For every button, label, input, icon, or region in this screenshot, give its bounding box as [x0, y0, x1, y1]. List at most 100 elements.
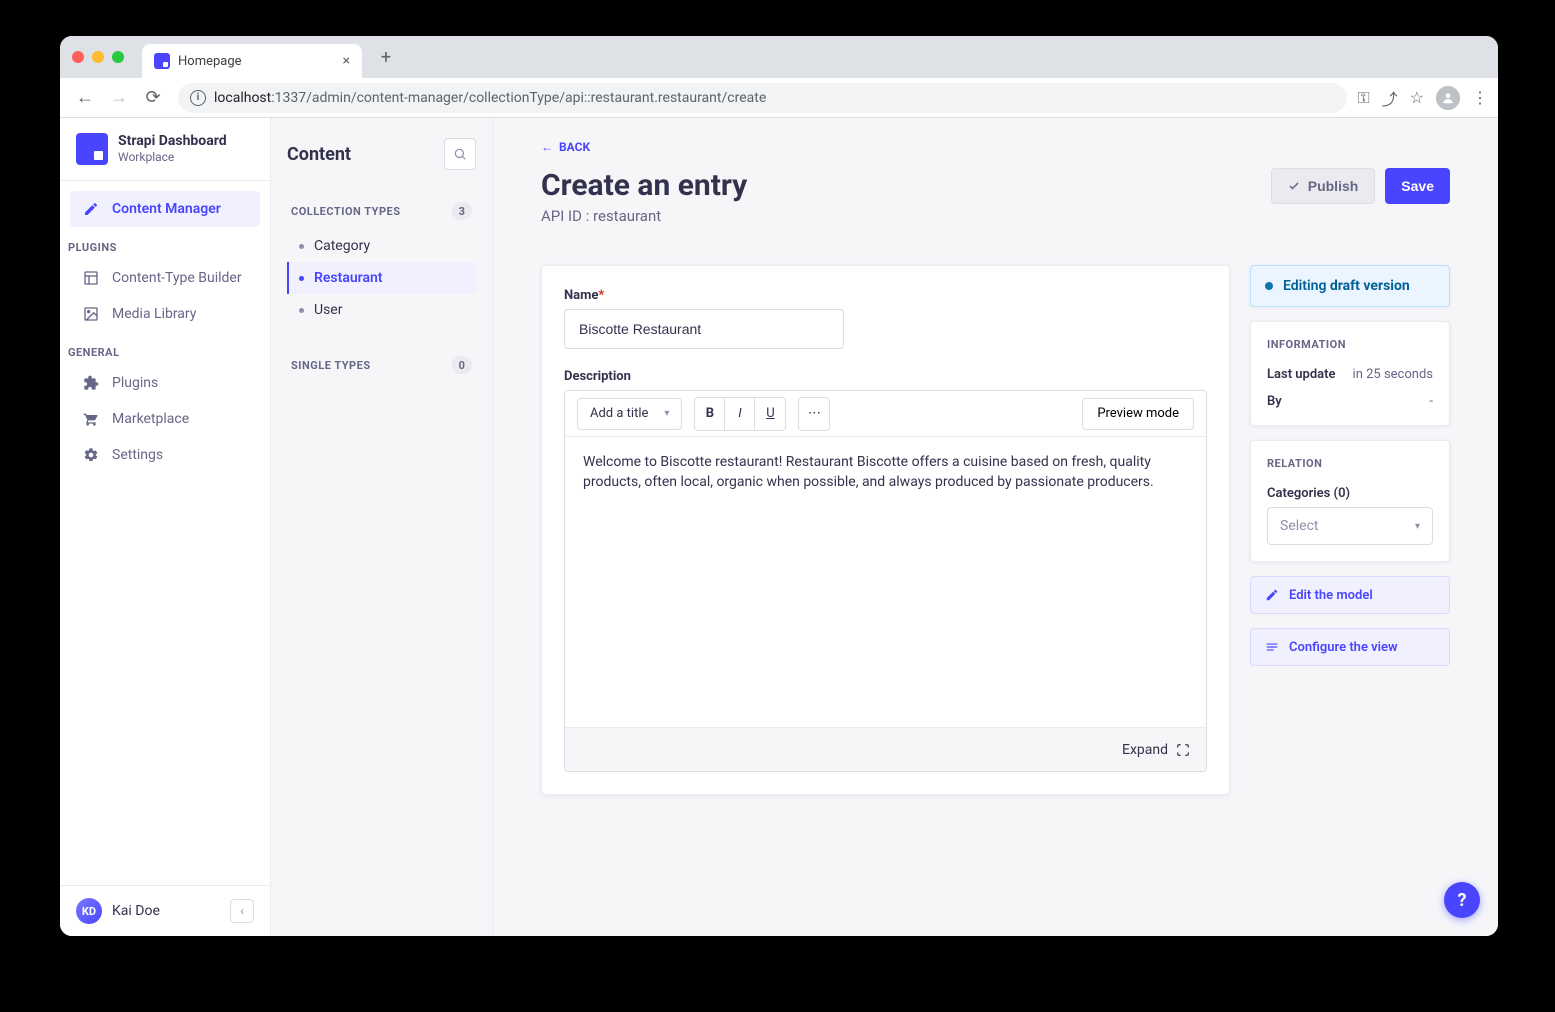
- profile-avatar[interactable]: [1436, 86, 1460, 110]
- arrow-left-icon: ←: [541, 140, 553, 154]
- nav-media-library[interactable]: Media Library: [70, 296, 260, 332]
- browser-toolbar: ← → ⟳ i localhost:1337/admin/content-man…: [60, 78, 1498, 118]
- bullet-icon: [299, 244, 304, 249]
- by-value: -: [1429, 394, 1433, 409]
- categories-select[interactable]: Select ▾: [1267, 507, 1433, 545]
- bookmark-icon[interactable]: ☆: [1410, 88, 1424, 107]
- configure-view-button[interactable]: Configure the view: [1250, 628, 1450, 666]
- url-path: :1337/admin/content-manager/collectionTy…: [271, 90, 766, 106]
- side-panel: Editing draft version INFORMATION Last u…: [1250, 265, 1450, 666]
- nav-label: Content-Type Builder: [112, 270, 242, 286]
- minimize-window-button[interactable]: [92, 51, 104, 63]
- richtext-toolbar: Add a title ▾ B I U ⋯: [565, 391, 1206, 437]
- name-input[interactable]: [564, 309, 844, 349]
- chevron-down-icon: ▾: [664, 408, 669, 419]
- pencil-icon: [82, 200, 100, 218]
- nav-label: Marketplace: [112, 411, 189, 427]
- status-dot-icon: [1265, 282, 1273, 290]
- gear-icon: [82, 446, 100, 464]
- nav-label: Media Library: [112, 306, 196, 322]
- heading-dropdown[interactable]: Add a title ▾: [577, 398, 682, 430]
- single-types-heading: SINGLE TYPES 0: [287, 350, 476, 380]
- main-content: ← BACK Create an entry API ID : restaura…: [493, 118, 1498, 936]
- user-name: Kai Doe: [112, 903, 160, 919]
- save-button[interactable]: Save: [1385, 168, 1450, 204]
- nav-heading-general: GENERAL: [60, 336, 270, 365]
- last-update-value: in 25 seconds: [1353, 367, 1433, 382]
- back-link[interactable]: ← BACK: [541, 140, 1450, 154]
- close-window-button[interactable]: [72, 51, 84, 63]
- nav-settings[interactable]: Settings: [70, 437, 260, 473]
- bold-button[interactable]: B: [695, 398, 725, 430]
- brand-logo-icon: [76, 133, 108, 165]
- user-avatar[interactable]: KD: [76, 898, 102, 924]
- bullet-icon: [299, 308, 304, 313]
- publish-button[interactable]: Publish: [1271, 168, 1376, 204]
- draft-status-card: Editing draft version: [1250, 265, 1450, 307]
- maximize-window-button[interactable]: [112, 51, 124, 63]
- reload-button[interactable]: ⟳: [138, 83, 168, 113]
- richtext-body[interactable]: Welcome to Biscotte restaurant! Restaura…: [565, 437, 1206, 727]
- page-title: Create an entry: [541, 168, 747, 203]
- nav-content-type-builder[interactable]: Content-Type Builder: [70, 260, 260, 296]
- sidebar-footer: KD Kai Doe ‹: [60, 885, 270, 936]
- browser-window: Homepage × + ← → ⟳ i localhost:1337/admi…: [60, 36, 1498, 936]
- window-controls: [72, 51, 124, 63]
- help-button[interactable]: ?: [1444, 882, 1480, 918]
- puzzle-icon: [82, 374, 100, 392]
- relation-heading: RELATION: [1267, 457, 1433, 470]
- preview-mode-button[interactable]: Preview mode: [1082, 398, 1194, 430]
- back-button[interactable]: ←: [70, 83, 100, 113]
- favicon-icon: [154, 53, 170, 69]
- tab-title: Homepage: [178, 54, 242, 69]
- layout-icon: [82, 269, 100, 287]
- nav-marketplace[interactable]: Marketplace: [70, 401, 260, 437]
- left-sidebar: Strapi Dashboard Workplace Content Manag…: [60, 118, 271, 936]
- site-info-icon: i: [190, 90, 206, 106]
- nav-plugins[interactable]: Plugins: [70, 365, 260, 401]
- italic-button[interactable]: I: [725, 398, 755, 430]
- richtext-editor: Add a title ▾ B I U ⋯: [564, 390, 1207, 772]
- collection-item-restaurant[interactable]: Restaurant: [287, 262, 476, 294]
- single-count-badge: 0: [452, 356, 472, 374]
- image-icon: [82, 305, 100, 323]
- brand-subtitle: Workplace: [118, 150, 227, 166]
- browser-actions: ⚿ ⤴ ☆ ⋮: [1357, 86, 1488, 110]
- nav-heading-plugins: PLUGINS: [60, 231, 270, 260]
- nav-content-manager[interactable]: Content Manager: [70, 191, 260, 227]
- url-host: localhost: [214, 90, 271, 106]
- collection-types-heading: COLLECTION TYPES 3: [287, 196, 476, 226]
- brand: Strapi Dashboard Workplace: [60, 118, 270, 181]
- collection-item-category[interactable]: Category: [287, 230, 476, 262]
- categories-label: Categories (0): [1267, 486, 1433, 501]
- nav-label: Settings: [112, 447, 163, 463]
- forward-button[interactable]: →: [104, 83, 134, 113]
- app-shell: Strapi Dashboard Workplace Content Manag…: [60, 118, 1498, 936]
- content-nav-title: Content: [287, 144, 351, 165]
- new-tab-button[interactable]: +: [372, 43, 400, 71]
- underline-button[interactable]: U: [755, 398, 785, 430]
- name-field-label: Name*: [564, 288, 1207, 303]
- edit-model-button[interactable]: Edit the model: [1250, 576, 1450, 614]
- description-field-label: Description: [564, 369, 1207, 384]
- collection-item-user[interactable]: User: [287, 294, 476, 326]
- form-card: Name* Description Add a title ▾: [541, 265, 1230, 795]
- expand-icon: [1176, 743, 1190, 757]
- last-update-label: Last update: [1267, 367, 1336, 382]
- info-heading: INFORMATION: [1267, 338, 1433, 351]
- close-tab-button[interactable]: ×: [343, 53, 350, 69]
- menu-icon[interactable]: ⋮: [1472, 88, 1488, 107]
- brand-title: Strapi Dashboard: [118, 132, 227, 150]
- search-button[interactable]: [444, 138, 476, 170]
- page-subtitle: API ID : restaurant: [541, 207, 747, 225]
- browser-tab[interactable]: Homepage ×: [142, 44, 362, 78]
- collapse-sidebar-button[interactable]: ‹: [230, 899, 254, 923]
- share-icon[interactable]: ⤴: [1382, 86, 1398, 110]
- url-bar[interactable]: i localhost:1337/admin/content-manager/c…: [178, 83, 1347, 113]
- by-label: By: [1267, 394, 1282, 409]
- more-options-button[interactable]: ⋯: [799, 398, 829, 430]
- content-nav: Content COLLECTION TYPES 3 Category Rest…: [271, 118, 493, 936]
- expand-button[interactable]: Expand: [565, 727, 1206, 771]
- key-icon[interactable]: ⚿: [1357, 88, 1369, 108]
- collection-count-badge: 3: [452, 202, 472, 220]
